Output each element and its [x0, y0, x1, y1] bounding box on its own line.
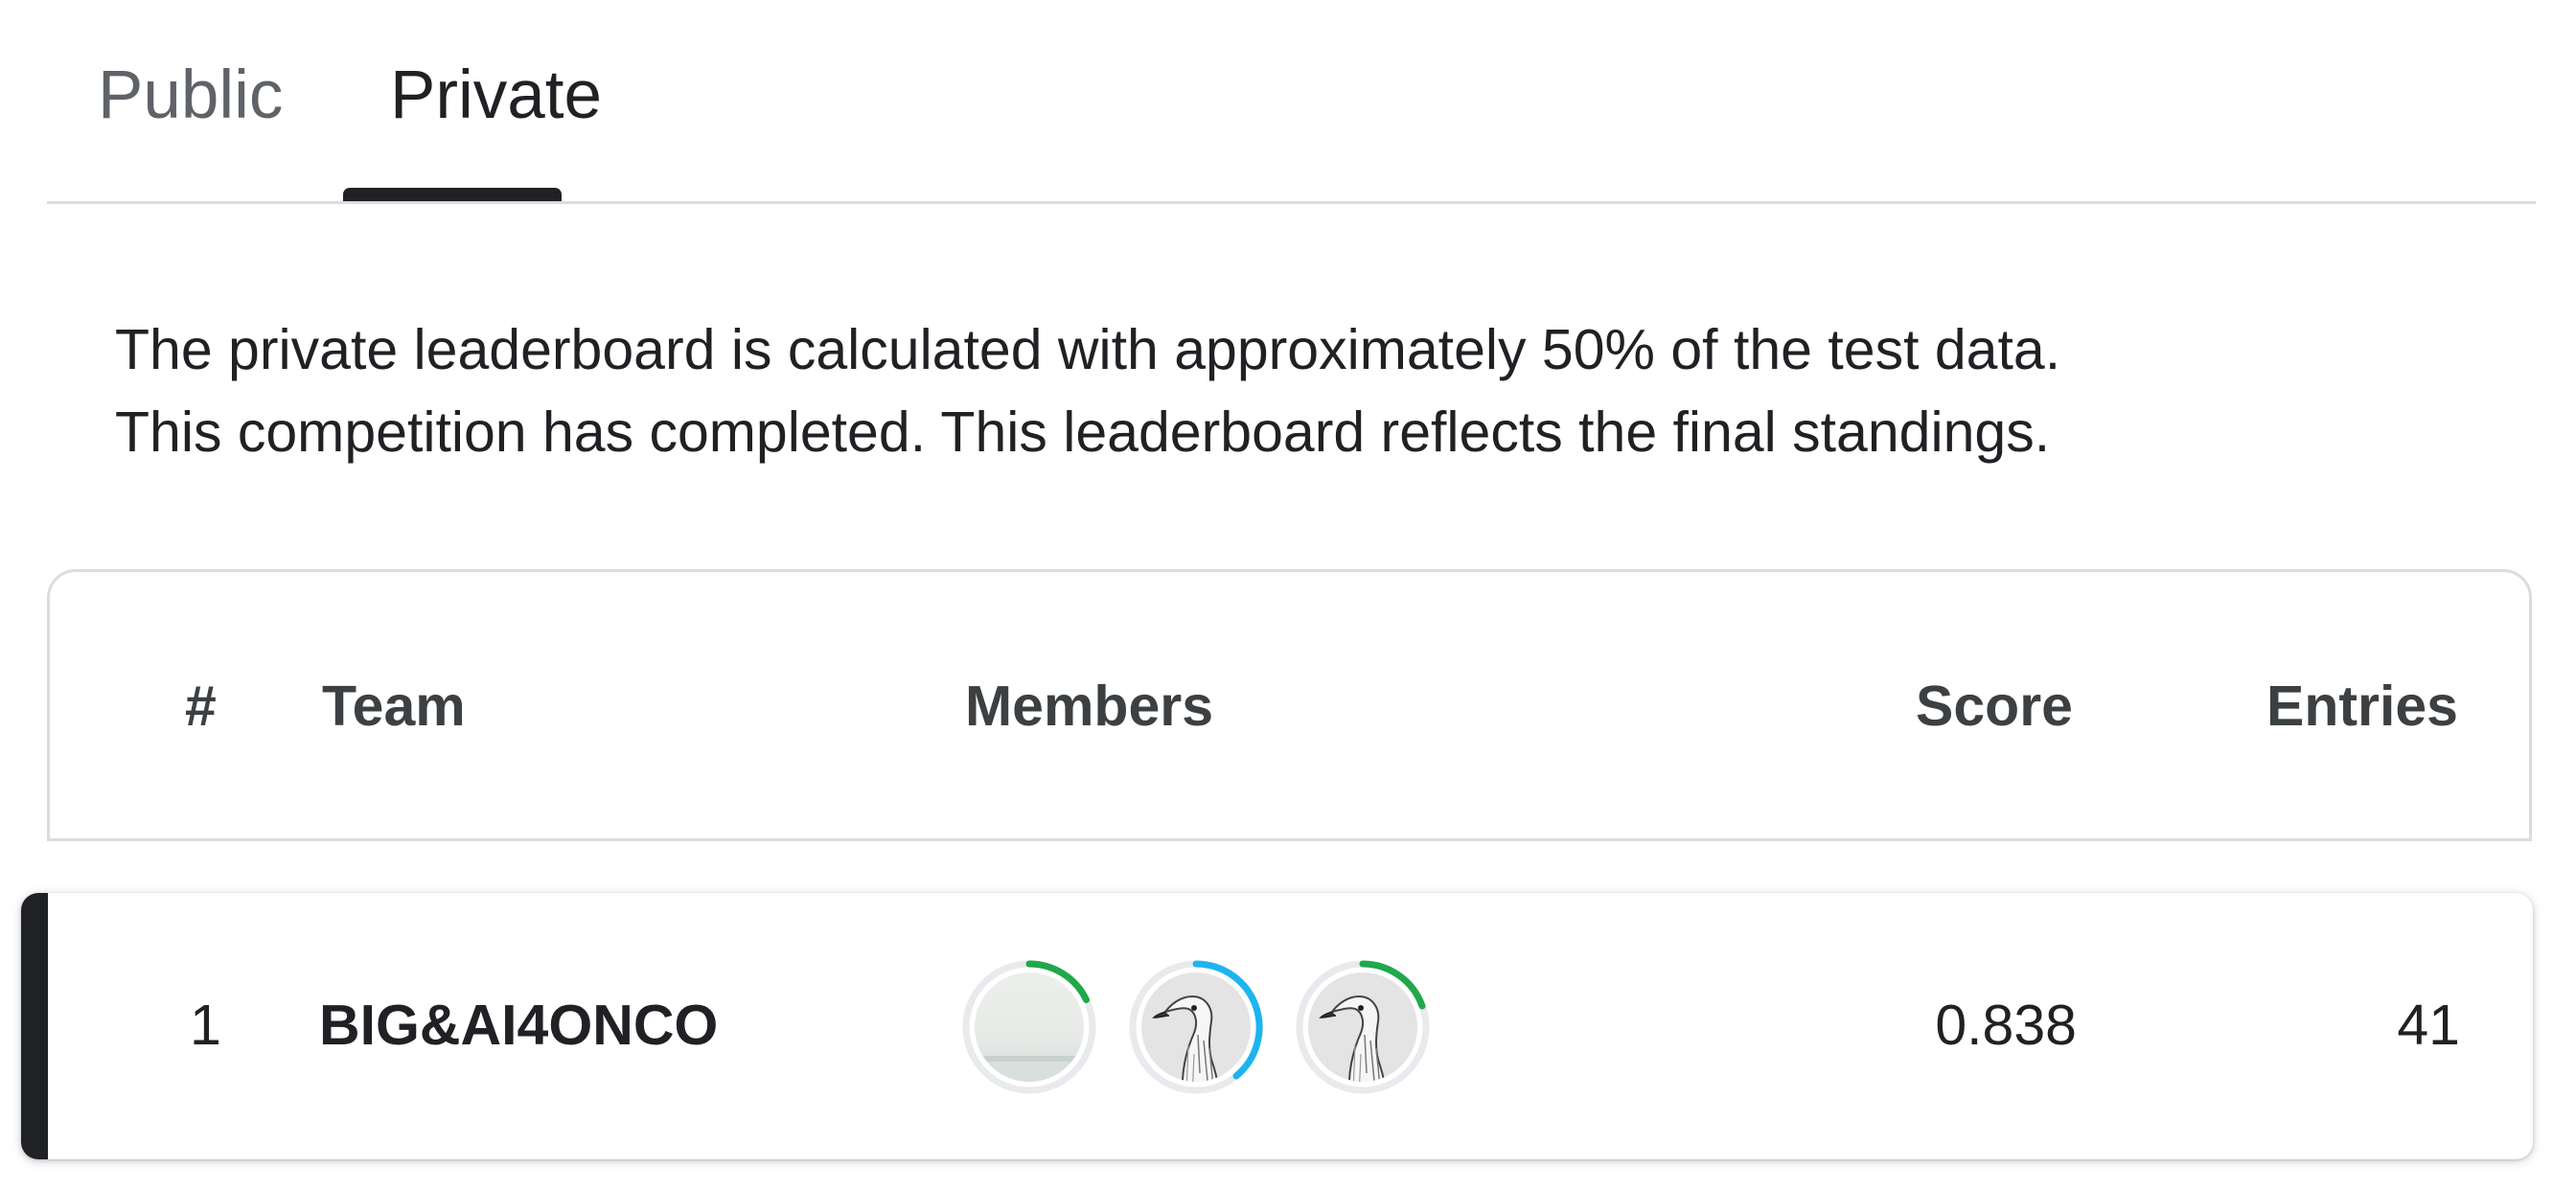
- leaderboard-tabs: Public Private: [47, 0, 2536, 204]
- tab-public[interactable]: Public: [98, 57, 283, 134]
- header-team: Team: [322, 675, 466, 738]
- description-line-2: This competition has completed. This lea…: [115, 400, 2051, 464]
- landscape-avatar-icon: [962, 960, 1096, 1094]
- member-avatar-2[interactable]: [1127, 958, 1265, 1096]
- leaderboard-description: The private leaderboard is calculated wi…: [115, 309, 2060, 473]
- row-rank: 1: [190, 994, 221, 1057]
- goose-avatar-icon: [1129, 960, 1263, 1094]
- member-avatar-1[interactable]: [960, 958, 1098, 1096]
- row-highlight-bar: [21, 893, 48, 1159]
- header-members: Members: [965, 675, 1214, 738]
- row-team-name[interactable]: BIG&AI4ONCO: [319, 987, 718, 1064]
- row-entries: 41: [2397, 994, 2460, 1057]
- member-avatar-3[interactable]: [1294, 958, 1432, 1096]
- header-rank: #: [185, 675, 217, 738]
- tab-private[interactable]: Private: [390, 57, 602, 134]
- row-score: 0.838: [1935, 994, 2077, 1057]
- leaderboard-row[interactable]: 1 BIG&AI4ONCO 0.838 41: [21, 893, 2533, 1159]
- goose-avatar-icon: [1296, 960, 1430, 1094]
- leaderboard-page: Public Private The private leaderboard i…: [0, 0, 2576, 1190]
- header-entries: Entries: [2266, 675, 2458, 738]
- description-line-1: The private leaderboard is calculated wi…: [115, 318, 2061, 381]
- header-score: Score: [1916, 675, 2073, 738]
- active-tab-indicator: [343, 188, 562, 201]
- leaderboard-header: # Team Members Score Entries: [47, 569, 2532, 841]
